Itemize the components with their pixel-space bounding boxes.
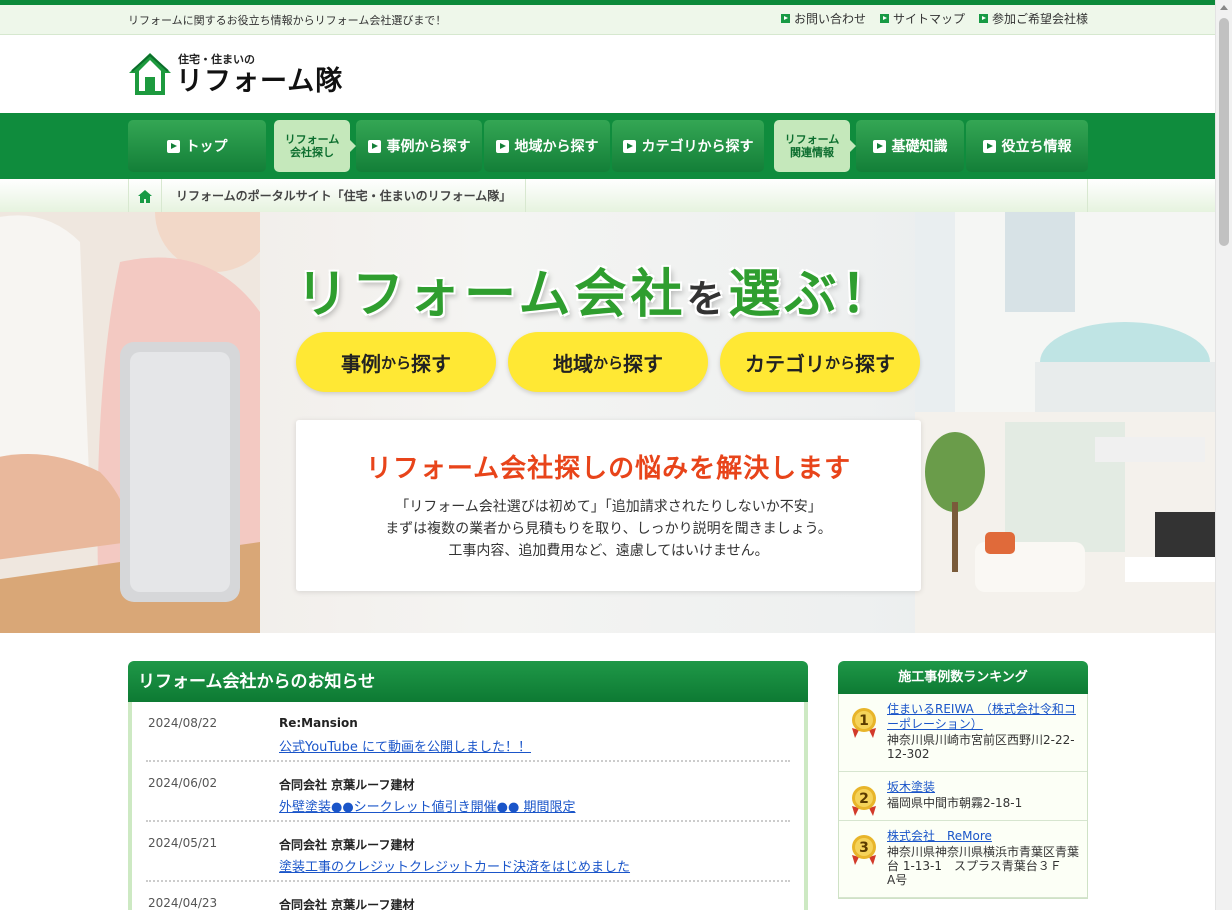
nav-label-related-info: リフォーム 関連情報 [774,120,856,172]
play-icon [495,139,509,153]
news-section: リフォーム会社からのお知らせ 2024/08/22 Re:Mansion 公式Y… [128,661,808,910]
ranking-section: 施工事例数ランキング 1 住まいるREIWA （株式会社令和コーポレーション） … [838,661,1088,910]
hero-person-image [0,212,260,633]
news-item: 2024/08/22 Re:Mansion 公式YouTube にて動画を公開し… [146,702,790,762]
hero-message-title: リフォーム会社探しの悩みを解決します [365,454,852,484]
nav-label-company-search: リフォーム 会社探し [274,120,356,172]
contact-link[interactable]: お問い合わせ [780,10,866,27]
news-date: 2024/06/02 [148,776,218,790]
rank-medal-icon: 2 [852,786,876,816]
news-company: 合同会社 京葉ルーフ建材 [279,778,415,792]
home-icon [138,189,152,203]
house-logo-icon [129,53,171,95]
sitemap-link[interactable]: サイトマップ [879,10,965,27]
hero-area-search-button[interactable]: 地域 から 探す [508,332,708,392]
news-title: リフォーム会社からのお知らせ [128,661,808,702]
global-nav: トップ リフォーム 会社探し 事例から探す 地域から探す カテゴリから探す リフ… [0,113,1232,179]
rank-medal-icon: 3 [852,835,876,865]
site-header: 住宅・住まいの リフォーム隊 [0,35,1232,113]
arrow-icon [780,14,790,23]
scrollbar-thumb[interactable] [1219,18,1229,246]
page-scrollbar[interactable] [1215,0,1232,910]
hero-message-line: 工事内容、追加費用など、遠慮してはいけません。 [448,543,769,559]
news-link[interactable]: 塗装工事のクレジットクレジットカード決済をはじめました [279,856,630,875]
breadcrumb: リフォームのポータルサイト「住宅・住まいのリフォーム隊」 [0,179,1232,213]
news-link[interactable]: 公式YouTube にて動画を公開しました！！ [279,736,531,755]
nav-basic-knowledge[interactable]: 基礎知識 [856,120,964,172]
rank-number: 3 [859,840,869,856]
join-link[interactable]: 参加ご希望会社様 [978,10,1088,27]
ranking-item: 3 株式会社 ReMore 神奈川県神奈川県横浜市青葉区青葉台 1-13-1 ス… [839,821,1087,898]
nav-top[interactable]: トップ [128,120,266,172]
ranking-company-link[interactable]: 株式会社 ReMore [887,829,1079,844]
site-tagline: リフォームに関するお役立ち情報からリフォーム会社選びまで！ [128,14,447,27]
arrow-icon [879,14,889,23]
news-link[interactable]: 外壁塗装●●シークレット値引き開催●● 期間限定 [279,796,576,815]
site-logo[interactable]: 住宅・住まいの リフォーム隊 [128,51,343,97]
logo-title: リフォーム隊 [176,66,344,97]
news-item: 2024/06/02 合同会社 京葉ルーフ建材 外壁塗装●●シークレット値引き開… [146,762,790,822]
hero-message-box: リフォーム会社探しの悩みを解決します 「リフォーム会社選びは初めて」「追加請求さ… [296,420,921,591]
play-icon [872,139,886,153]
ranking-address: 神奈川県神奈川県横浜市青葉区青葉台 1-13-1 スプラス青葉台３Ｆ A号 [887,845,1080,887]
play-icon [622,139,636,153]
nav-useful-info[interactable]: 役立ち情報 [966,120,1088,172]
news-date: 2024/04/23 [148,896,218,910]
rank-number: 1 [859,713,869,729]
news-date: 2024/05/21 [148,836,218,850]
news-company: 合同会社 京葉ルーフ建材 [279,898,415,910]
ranking-item: 1 住まいるREIWA （株式会社令和コーポレーション） 神奈川県川崎市宮前区西… [839,694,1087,772]
news-item: 2024/04/23 合同会社 京葉ルーフ建材 [146,882,790,910]
hero-rooms-image [915,212,1215,633]
rank-number: 2 [859,791,869,807]
news-item: 2024/05/21 合同会社 京葉ルーフ建材 塗装工事のクレジットクレジットカ… [146,822,790,882]
hero-message-line: 「リフォーム会社選びは初めて」「追加請求されたりしないか不安」 [395,499,822,515]
news-date: 2024/08/22 [148,716,218,730]
nav-category-search[interactable]: カテゴリから探す [612,120,764,172]
utility-bar: リフォームに関するお役立ち情報からリフォーム会社選びまで！ お問い合わせ サイト… [0,5,1232,35]
news-company: 合同会社 京葉ルーフ建材 [279,838,415,852]
nav-area-search[interactable]: 地域から探す [484,120,610,172]
ranking-company-link[interactable]: 坂木塗装 [887,780,1079,795]
breadcrumb-home[interactable] [129,179,162,213]
rank-medal-icon: 1 [852,708,876,738]
play-icon [982,139,996,153]
play-icon [166,139,180,153]
hero-banner: リフォーム会社を選ぶ！ 事例 から 探す 地域 から 探す カテゴリ から 探す リフォーム… [0,212,1215,633]
hero-message-line: まずは複数の業者から見積もりを取り、しっかり説明を聞きましょう。 [385,521,832,537]
ranking-address: 福岡県中間市朝霧2-18-1 [887,796,1023,810]
ranking-company-link[interactable]: 住まいるREIWA （株式会社令和コーポレーション） [887,702,1079,732]
hero-case-search-button[interactable]: 事例 から 探す [296,332,496,392]
nav-case-search[interactable]: 事例から探す [356,120,482,172]
hero-title: リフォーム会社を選ぶ！ [296,265,897,325]
breadcrumb-current: リフォームのポータルサイト「住宅・住まいのリフォーム隊」 [162,179,527,213]
logo-subtitle: 住宅・住まいの [178,53,255,66]
scroll-up-arrow-icon[interactable] [1220,5,1228,10]
ranking-item: 2 坂木塗装 福岡県中間市朝霧2-18-1 [839,772,1087,821]
arrow-icon [978,14,988,23]
play-icon [367,139,381,153]
ranking-title: 施工事例数ランキング [838,661,1088,694]
hero-category-search-button[interactable]: カテゴリ から 探す [720,332,920,392]
news-company: Re:Mansion [279,716,358,730]
ranking-address: 神奈川県川崎市宮前区西野川2-22-12-302 [887,733,1075,761]
